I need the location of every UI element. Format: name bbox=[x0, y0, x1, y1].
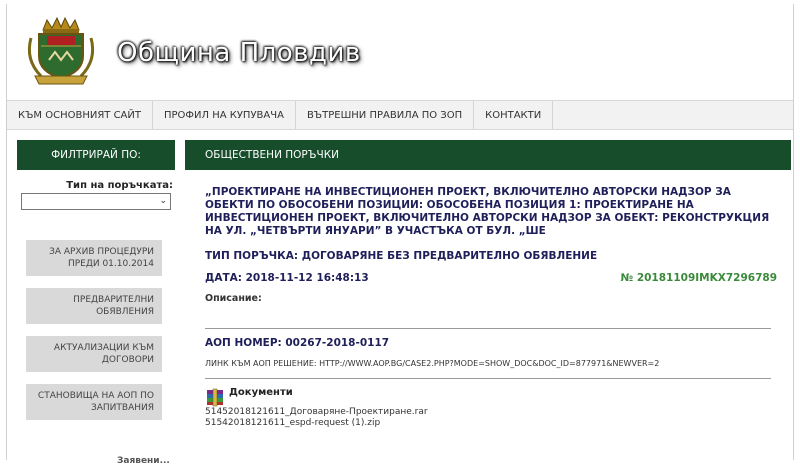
site-header: Община Пловдив bbox=[7, 4, 793, 100]
coat-of-arms-logo[interactable] bbox=[21, 16, 101, 88]
contract-updates-line1: Актуализации към bbox=[53, 343, 154, 353]
divider bbox=[205, 378, 771, 379]
procurement-number: № 20181109IMKX7296789 bbox=[620, 272, 777, 284]
prior-notices-line1: Предварителни bbox=[73, 295, 154, 305]
filter-type-label: Тип на поръчката: bbox=[66, 180, 173, 191]
archive-procedures-line1: За архив процедури bbox=[49, 247, 154, 257]
date-row: Дата: 2018-11-12 16:48:13 № 20181109IMKX… bbox=[205, 272, 777, 284]
procurement-title: „Проектиране на инвестиционен проект, вк… bbox=[205, 186, 770, 237]
documents-header: Документи bbox=[205, 387, 777, 407]
site-title: Община Пловдив bbox=[117, 38, 361, 68]
nav-contacts[interactable]: Контакти bbox=[474, 101, 554, 129]
divider bbox=[205, 328, 771, 329]
procurement-detail: „Проектиране на инвестиционен проект, вк… bbox=[185, 170, 791, 429]
nav-main-site[interactable]: Към основният сайт bbox=[7, 101, 153, 129]
procedure-type: Тип поръчка: Договаряне без предварителн… bbox=[205, 250, 598, 262]
prior-notices-button[interactable]: Предварителни обявления bbox=[26, 288, 162, 324]
page-frame: Община Пловдив Към основният сайт Профил… bbox=[6, 4, 794, 466]
chevron-down-icon: ⌄ bbox=[159, 196, 167, 206]
description-label: Описание: bbox=[205, 293, 262, 304]
sidebar: Филтрирай по: Тип на поръчката: ⌄ За арх… bbox=[17, 140, 175, 466]
contract-updates-button[interactable]: Актуализации към договори bbox=[26, 336, 162, 372]
contract-updates-line2: договори bbox=[101, 355, 154, 365]
document-file-link[interactable]: 51542018121611_espd-request (1).zip bbox=[205, 418, 777, 429]
public-procurements-heading: Обществени поръчки bbox=[185, 140, 791, 170]
main-panel: Обществени поръчки „Проектиране на инвес… bbox=[185, 140, 791, 464]
document-file-link[interactable]: 51452018121611_Договаряне-Проектиране.ra… bbox=[205, 407, 777, 418]
sidebar-footer-label: Заявени... bbox=[117, 456, 170, 466]
procurement-date: Дата: 2018-11-12 16:48:13 bbox=[205, 272, 369, 284]
aop-number: АОП номер: 00267-2018-0117 bbox=[205, 337, 390, 349]
top-nav: Към основният сайт Профил на купувача Въ… bbox=[7, 100, 793, 130]
archive-procedures-line2: преди 01.10.2014 bbox=[67, 259, 154, 269]
nav-internal-rules[interactable]: Вътрешни правила по ЗОП bbox=[296, 101, 475, 129]
nav-buyer-profile[interactable]: Профил на купувача bbox=[153, 101, 296, 129]
prior-notices-line2: обявления bbox=[96, 307, 154, 317]
aop-opinions-line1: Становища на АОП по bbox=[37, 391, 154, 401]
documents-title: Документи bbox=[229, 387, 293, 398]
archive-procedures-button[interactable]: За архив процедури преди 01.10.2014 bbox=[26, 240, 162, 276]
aop-decision-link[interactable]: Линк към АОП решение: http://www.aop.bg/… bbox=[205, 359, 777, 368]
archive-books-icon bbox=[207, 388, 223, 407]
aop-opinions-button[interactable]: Становища на АОП по запитвания bbox=[26, 384, 162, 420]
procurement-type-select[interactable]: ⌄ bbox=[21, 193, 171, 210]
filter-heading: Филтрирай по: bbox=[17, 140, 175, 170]
documents-list: 51452018121611_Договаряне-Проектиране.ra… bbox=[205, 407, 777, 429]
aop-opinions-line2: запитвания bbox=[90, 403, 154, 413]
